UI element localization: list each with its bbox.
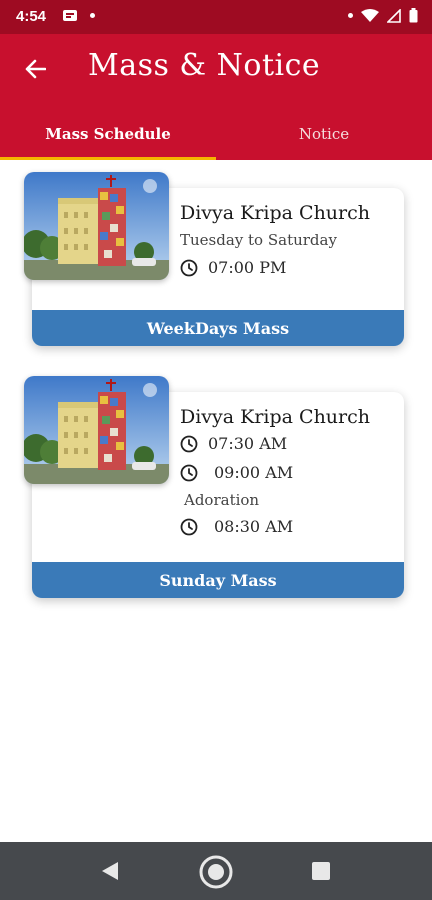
church-name: Divya Kripa Church bbox=[180, 406, 370, 428]
dot-icon bbox=[90, 13, 95, 18]
status-bar: 4:54 bbox=[0, 0, 432, 34]
card-footer-label: WeekDays Mass bbox=[32, 310, 404, 346]
clock-icon bbox=[180, 518, 198, 535]
mass-time: 09:00 AM bbox=[214, 463, 294, 482]
nav-back-icon[interactable] bbox=[100, 860, 120, 882]
back-button[interactable] bbox=[20, 54, 50, 84]
church-image bbox=[24, 376, 169, 484]
mass-time: 07:30 AM bbox=[208, 434, 288, 453]
page-title: Mass & Notice bbox=[88, 48, 321, 83]
mass-time: 07:00 PM bbox=[208, 258, 287, 277]
mass-time-row: 07:30 AM bbox=[180, 434, 287, 453]
tab-indicator bbox=[0, 157, 216, 160]
nav-home-icon[interactable] bbox=[198, 854, 234, 890]
adoration-label: Adoration bbox=[184, 491, 260, 509]
arrow-left-icon bbox=[25, 59, 46, 79]
tab-bar: Mass Schedule Notice bbox=[0, 108, 432, 160]
church-name: Divya Kripa Church bbox=[180, 202, 370, 224]
tab-mass-schedule[interactable]: Mass Schedule bbox=[0, 108, 216, 160]
signal-icon bbox=[387, 8, 401, 23]
church-image bbox=[24, 172, 169, 280]
adoration-time: 08:30 AM bbox=[214, 517, 294, 536]
church-illustration bbox=[24, 376, 169, 484]
app-bar: Mass & Notice Mass Schedule Notice bbox=[0, 34, 432, 160]
status-time: 4:54 bbox=[16, 8, 47, 25]
nav-recents-icon[interactable] bbox=[312, 862, 330, 880]
mass-time-row: 09:00 AM bbox=[180, 463, 293, 482]
mass-days: Tuesday to Saturday bbox=[180, 231, 337, 249]
church-illustration bbox=[24, 172, 169, 280]
adoration-time-row: 08:30 AM bbox=[180, 517, 293, 536]
clock-icon bbox=[180, 259, 198, 276]
dot-icon bbox=[348, 13, 353, 18]
tab-notice[interactable]: Notice bbox=[216, 108, 432, 160]
card-footer-label: Sunday Mass bbox=[32, 562, 404, 598]
clock-icon bbox=[180, 435, 198, 452]
battery-icon bbox=[409, 8, 418, 23]
mass-time-row: 07:00 PM bbox=[180, 258, 286, 277]
system-nav-bar bbox=[0, 842, 432, 900]
notification-icon bbox=[63, 10, 77, 21]
clock-icon bbox=[180, 464, 198, 481]
wifi-icon bbox=[361, 8, 379, 22]
